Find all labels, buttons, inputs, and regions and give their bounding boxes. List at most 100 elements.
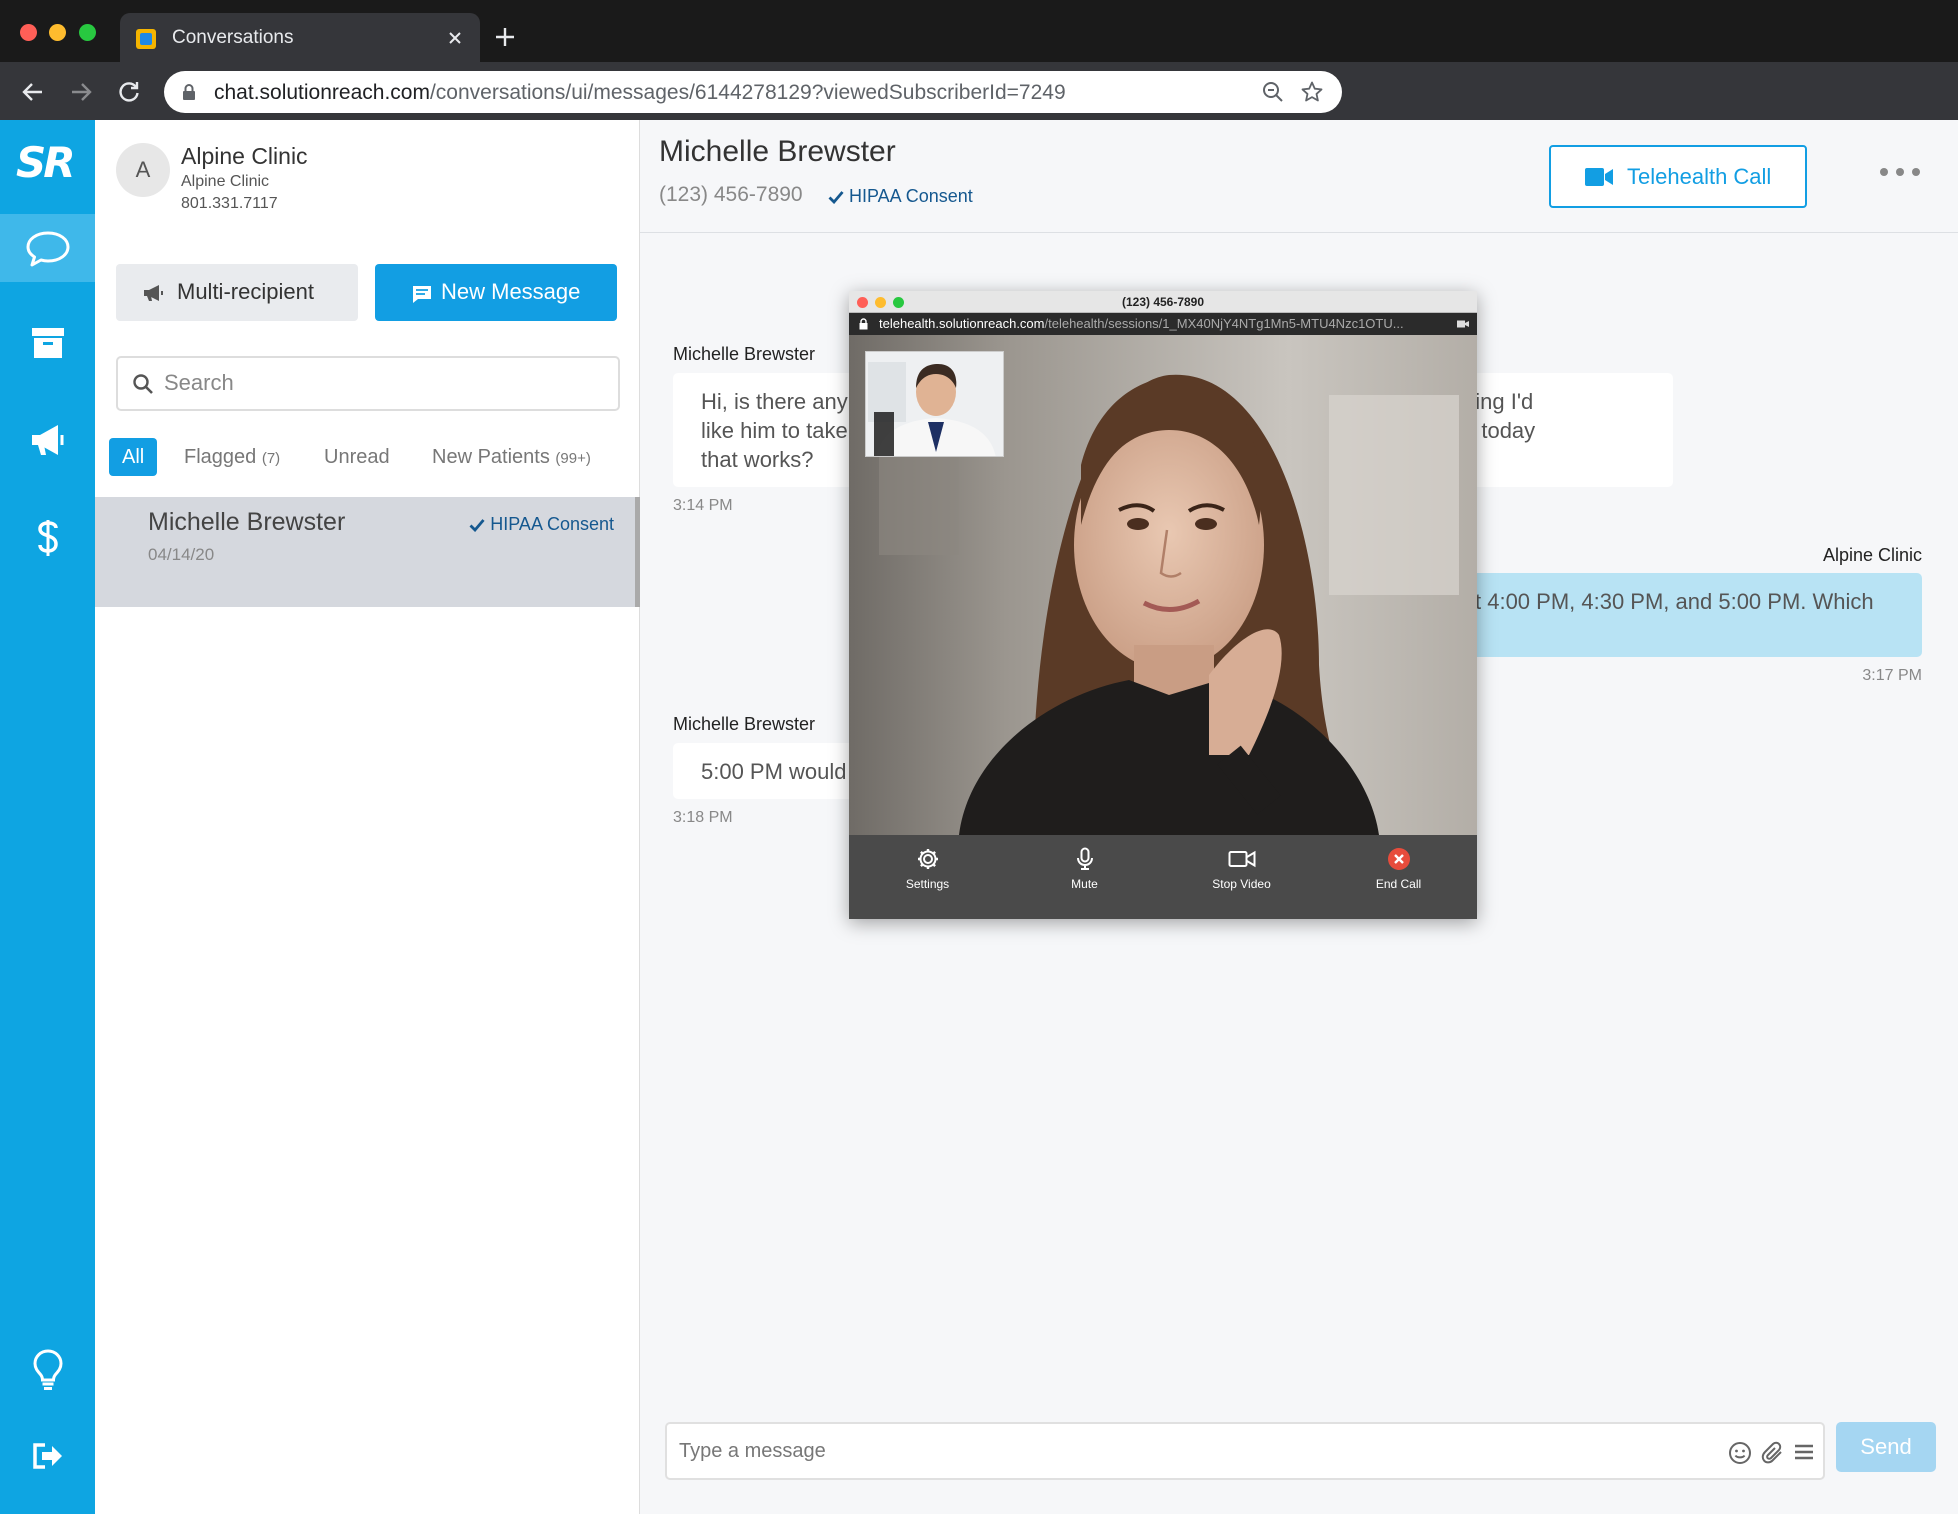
contact-phone: (123) 456-7890 [659,183,803,206]
nav-payments[interactable] [0,502,95,570]
attachment-icon[interactable] [1761,1441,1785,1465]
end-call-label: End Call [1375,877,1422,891]
zoom-icon[interactable] [1262,81,1284,103]
account-subtitle: Alpine Clinic [181,173,270,190]
more-options-icon[interactable] [1879,165,1921,179]
tab-strip: Conversations [0,0,1958,63]
lock-icon [182,83,196,101]
account-name: Alpine Clinic [181,143,308,169]
browser-chrome: Conversations chat.solutionreach.com/con… [0,0,1958,120]
search-input[interactable] [164,368,584,398]
filter-all[interactable]: All [109,438,158,476]
filter-new-patients[interactable]: New Patients (99+) [432,438,591,476]
video-window-titlebar[interactable]: (123) 456-7890 [849,291,1477,313]
video-maximize-button[interactable] [893,297,904,308]
back-icon[interactable] [20,79,46,105]
nav-archive[interactable] [0,310,95,378]
browser-tab[interactable]: Conversations [120,13,480,63]
stop-video-label: Stop Video [1212,877,1271,891]
message-sender: Michelle Brewster [673,714,816,734]
message-timestamp: 3:18 PM [673,809,733,826]
tab-title: Conversations [172,27,294,48]
stop-video-button[interactable]: Stop Video [1163,835,1320,919]
url-text: chat.solutionreach.com/conversations/ui/… [214,81,1066,104]
filter-flagged[interactable]: Flagged (7) [184,438,280,476]
multi-recipient-label: Multi-recipient [177,279,314,304]
settings-button[interactable]: Settings [849,835,1006,919]
send-button[interactable]: Send [1836,1422,1936,1472]
conversation-date: 04/14/20 [148,545,215,564]
end-call-button[interactable]: End Call [1320,835,1477,919]
filter-new-patients-label: New Patients [432,446,550,468]
doctor-video-image [866,352,1003,456]
search-icon [132,373,154,395]
new-message-button[interactable]: New Message [375,264,617,321]
message-text: 5:00 PM would [701,759,847,784]
address-bar[interactable]: chat.solutionreach.com/conversations/ui/… [164,71,1342,113]
solutionreach-logo[interactable]: SR [0,120,95,210]
settings-label: Settings [905,877,950,891]
microphone-icon [1006,847,1163,871]
avatar[interactable]: A [116,143,170,197]
video-call-controls: Settings Mute Stop Video End Call [849,835,1477,919]
nav-ideas[interactable] [0,1332,95,1400]
conversation-name: Michelle Brewster [148,508,346,536]
video-camera-icon [1163,847,1320,871]
video-minimize-button[interactable] [875,297,886,308]
nav-conversations[interactable] [0,214,95,282]
nav-campaigns[interactable] [0,406,95,474]
chat-icon [0,230,95,268]
dollar-icon [0,518,95,558]
message-timestamp: 3:17 PM [1862,667,1922,684]
video-window-title: (123) 456-7890 [1121,295,1205,309]
contact-name: Michelle Brewster [659,135,896,168]
forward-icon[interactable] [68,79,94,105]
telehealth-video-window[interactable]: (123) 456-7890 telehealth.solutionreach.… [849,291,1477,919]
hipaa-badge-label: HIPAA Consent [490,514,614,534]
nav-logout[interactable] [0,1426,95,1494]
close-icon[interactable] [444,27,466,49]
multi-recipient-button[interactable]: Multi-recipient [116,264,358,321]
message-sender: Michelle Brewster [673,344,816,364]
megaphone-icon [0,422,95,458]
search-field[interactable] [116,356,620,411]
message-sender: Alpine Clinic [1822,545,1922,565]
mute-label: Mute [1071,877,1098,891]
filter-unread[interactable]: Unread [324,438,390,476]
filter-flagged-count: (7) [261,450,281,467]
video-close-button[interactable] [857,297,868,308]
video-camera-icon [1584,166,1614,188]
emoji-icon[interactable] [1728,1441,1752,1465]
list-item[interactable]: Michelle Brewster 04/14/20 HIPAA Consent [95,497,640,607]
telehealth-call-button[interactable]: Telehealth Call [1549,145,1807,208]
reload-icon[interactable] [116,79,142,105]
video-url-text: telehealth.solutionreach.com/telehealth/… [879,316,1404,331]
close-window-button[interactable] [20,24,37,41]
logout-icon [0,1442,95,1470]
app-nav-rail: SR [0,120,95,1514]
gear-icon [849,847,1006,871]
video-url-bar: telehealth.solutionreach.com/telehealth/… [849,313,1477,335]
maximize-window-button[interactable] [79,24,96,41]
telehealth-call-label: Telehealth Call [1627,164,1772,189]
outgoing-message-bubble: t 4:00 PM, 4:30 PM, and 5:00 PM. Which [1470,573,1922,657]
conversation-list-panel: A Alpine Clinic Alpine Clinic 801.331.71… [95,120,640,1514]
mute-button[interactable]: Mute [1006,835,1163,919]
message-composer[interactable] [665,1422,1825,1480]
camera-icon [1457,320,1469,328]
plus-icon[interactable] [492,24,518,50]
logo-text: SR [16,138,76,187]
hipaa-consent-label: HIPAA Consent [849,186,973,206]
message-timestamp: 3:14 PM [673,497,733,514]
doctor-self-view[interactable] [865,351,1004,457]
patient-video-feed [849,335,1477,835]
navigation-bar: chat.solutionreach.com/conversations/ui/… [0,62,1958,120]
new-message-label: New Message [441,279,581,304]
star-icon[interactable] [1300,80,1324,104]
message-input[interactable] [679,1436,1679,1466]
minimize-window-button[interactable] [49,24,66,41]
conversation-header: Michelle Brewster (123) 456-7890 HIPAA C… [640,120,1958,233]
lightbulb-icon [0,1348,95,1392]
archive-icon [0,326,95,360]
menu-icon[interactable] [1794,1441,1814,1463]
